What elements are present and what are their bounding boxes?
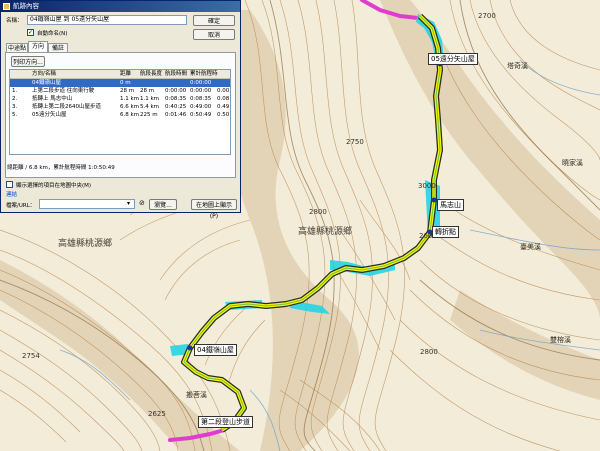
elevation-label: 2700 [478,12,496,20]
row-distance: 6.8 km [120,112,140,118]
waypoint-label[interactable]: 第二段登山步道 [198,416,253,428]
elevation-label: 2750 [346,138,364,146]
track-icon [3,3,10,10]
table-header: 方向/名稱 距離 航段長度 航段時間 累計航程時 [10,70,230,79]
stream-label: 搬菩溪 [186,391,207,399]
row-distance: 6.6 km [120,104,140,110]
row-number: 2. [12,96,18,102]
url-input[interactable] [39,199,135,209]
stream-label: 曉家溪 [562,159,583,167]
auto-name-checkbox[interactable]: ✓ [27,29,34,36]
waypoint-label[interactable]: 馬志山 [437,199,464,211]
row-distance: 28 m [120,88,135,94]
name-input[interactable]: 04鐵嶺山屋 到 05遠分矢山屋 [27,15,187,25]
row-name: 抵轉上第二段2640山屋步道 [32,104,101,110]
table-row[interactable]: 3. 抵轉上第二段2640山屋步道 6.6 km 5.4 km 0:40:25 0:49:… [10,103,230,111]
area-label: 高雄縣桃源鄉 [298,227,353,237]
stream-label: 雙榕溪 [550,336,571,344]
row-leg-time: 0:08:35 [165,96,187,102]
row-distance: 1.1 km [120,96,140,102]
waypoint-label[interactable]: 04鐵嶺山屋 [194,344,237,356]
row-speed: 0.50 [217,112,230,118]
col-leg-length[interactable]: 航段長度 [140,70,162,78]
dialog-title: 航跡內容 [13,2,39,10]
url-dropdown-icon[interactable]: ▾ [127,200,130,207]
row-leg-time: 0:00:00 [165,88,187,94]
row-leg-length: 225 m [140,112,158,118]
col-distance[interactable]: 距離 [120,70,131,78]
table-row[interactable]: 5. 05遠分矢山屋 6.8 km 225 m 0:01:46 0:50:49 0.50 [10,111,230,119]
waypoint-label[interactable]: 轉折點 [432,226,459,238]
row-total-time: 0:00:00 [190,80,212,86]
elevation-label: 2800 [309,208,327,216]
waypoint-label[interactable]: 05遠分矢山屋 [428,53,478,65]
link-icon[interactable]: ⊘ [139,199,145,207]
col-name[interactable]: 方向/名稱 [32,70,56,78]
row-speed: 0.49 [217,104,230,110]
summary-text: 總距離 / 6.8 km，累計航程時間 1:0:50:49 [7,165,115,171]
row-leg-length: 5.4 km [140,104,160,110]
name-label: 名稱： [6,18,23,24]
directions-table[interactable]: 方向/名稱 距離 航段長度 航段時間 累計航程時 04鐵嶺山屋 0 m 0:00:0… [9,69,231,155]
stream-label: 塔奇溪 [507,62,528,70]
auto-name-label: 自動命名(N) [37,31,68,37]
row-leg-length: 1.1 km [140,96,160,102]
col-leg-time[interactable]: 航段時間 [165,70,187,78]
ok-button[interactable]: 確定 [193,15,235,26]
table-row[interactable]: 04鐵嶺山屋 0 m 0:00:00 [10,79,230,87]
row-speed: 0.00 [217,88,230,94]
table-row[interactable]: 2. 抵轉上 馬志中山 1.1 km 1.1 km 0:08:35 0:08:35 0.08 [10,95,230,103]
row-total-time: 0:49:00 [190,104,212,110]
row-name: 上第二段步道 往向東行駛 [32,88,95,94]
track-properties-dialog: 航跡內容 名稱： 04鐵嶺山屋 到 05遠分矢山屋 確定 取消 ✓ 自動命名(N… [0,0,241,220]
show-on-map-button[interactable]: 在地圖上顯示(P) [191,199,237,220]
elevation-label: 2800 [420,348,438,356]
row-number: 5. [12,112,18,118]
row-number: 1. [12,88,18,94]
row-name: 05遠分矢山屋 [32,112,67,118]
browse-button[interactable]: 瀏覽... [149,199,177,210]
url-label: 檔案/URL： [6,203,36,209]
row-number: 3. [12,104,18,110]
row-distance: 0 m [120,80,131,86]
row-name: 04鐵嶺山屋 [32,80,61,86]
cancel-button[interactable]: 取消 [193,29,235,40]
row-total-time: 0:50:49 [190,112,212,118]
row-name: 抵轉上 馬志中山 [32,96,73,102]
elevation-label: 2754 [22,352,40,360]
center-on-map-checkbox[interactable] [6,181,13,188]
row-leg-time: 0:01:46 [165,112,187,118]
link-section-label: 連結 [6,192,18,198]
table-row[interactable]: 1. 上第二段步道 往向東行駛 28 m 28 m 0:00:00 0:00:00 0.00 [10,87,230,95]
elevation-label: 3000 [418,182,436,190]
row-speed: 0.08 [217,96,230,102]
stream-label: 臺美溪 [520,243,541,251]
row-leg-length: 28 m [140,88,155,94]
row-leg-time: 0:40:25 [165,104,187,110]
print-directions-button[interactable]: 列印方向... [11,56,45,67]
area-label: 高雄縣桃源鄉 [58,239,113,249]
row-total-time: 0:00:00 [190,88,212,94]
center-on-map-label: 顯示選擇的項目在地圖中央(M) [16,183,92,189]
row-total-time: 0:08:35 [190,96,212,102]
col-total-time[interactable]: 累計航程時 [190,70,218,78]
elevation-label: 2625 [148,410,166,418]
dialog-titlebar[interactable]: 航跡內容 [1,1,240,12]
